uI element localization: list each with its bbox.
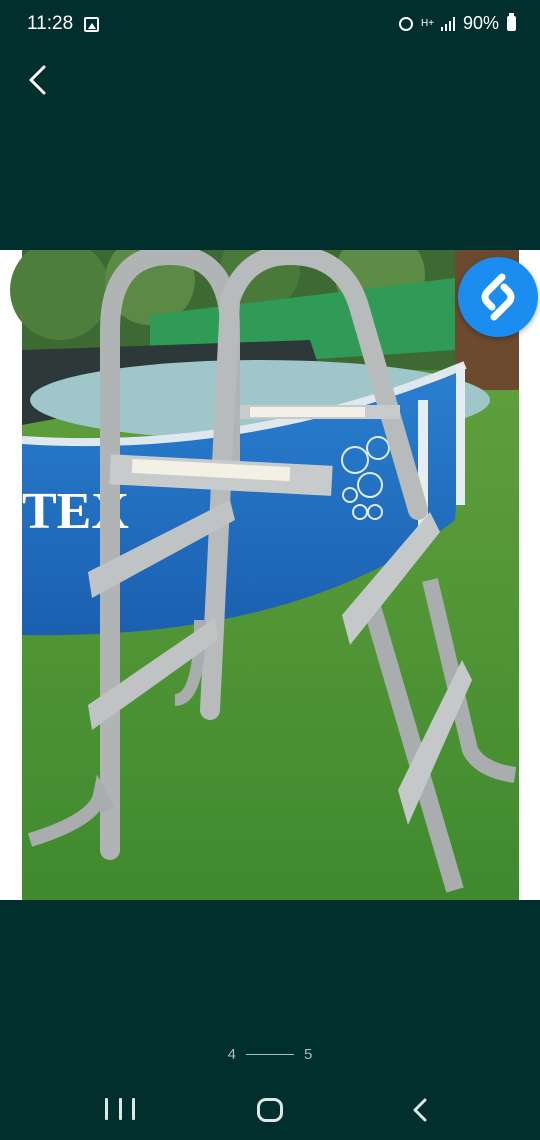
photo-pager: 4 5 [0,1046,540,1063]
status-bar: 11:28 H+ 90% [0,0,540,50]
network-icon: H+ [420,18,435,29]
listing-photo[interactable]: TEX [0,250,540,900]
chevron-left-icon [29,65,46,95]
network-type: H+ [420,18,435,29]
battery-icon [507,13,516,31]
shazam-button[interactable] [458,257,538,337]
back-icon[interactable] [405,1096,435,1124]
status-time: 11:28 [27,13,74,34]
pager-total: 5 [304,1046,313,1063]
status-icons: H+ 90% [398,13,516,34]
battery-percent: 90% [462,13,499,33]
shazam-icon [481,273,515,321]
recent-apps-icon[interactable] [105,1098,135,1122]
pool-ladder-image: TEX [0,250,540,900]
home-icon[interactable] [257,1098,283,1122]
system-nav-bar [0,1080,540,1140]
screen: 11:28 H+ 90% TEX 4 5 [0,0,540,1140]
back-button[interactable] [22,60,58,100]
pager-current: 4 [227,1046,236,1063]
pager-divider [246,1054,294,1055]
gallery-icon [84,17,99,32]
signal-icon [440,16,455,31]
alarm-icon [398,16,413,31]
